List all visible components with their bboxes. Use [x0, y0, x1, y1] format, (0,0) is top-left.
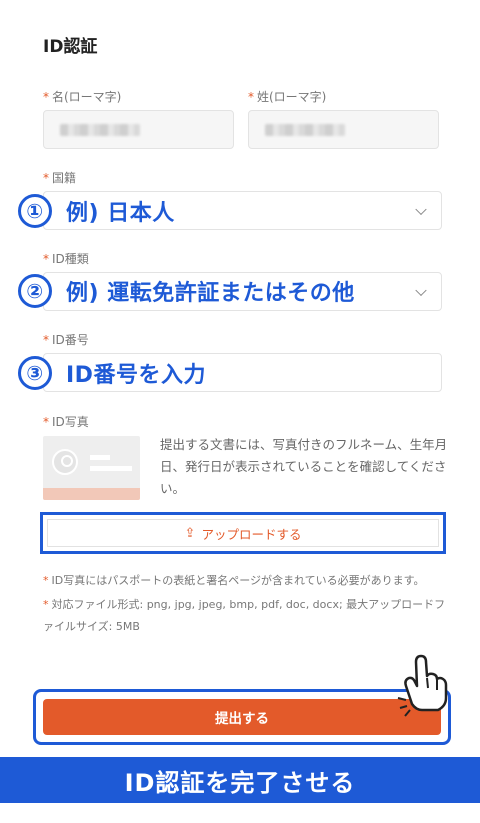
- first-name-input[interactable]: [43, 110, 234, 149]
- last-name-label: * 姓(ローマ字): [248, 90, 327, 104]
- step-number-badge: ①: [18, 194, 52, 228]
- step-number-badge: ②: [18, 274, 52, 308]
- requirements-notes: * ID写真にはパスポートの表紙と署名ページが含まれている必要があります。 * 対応…: [43, 570, 448, 640]
- redacted-value: [265, 124, 345, 136]
- avatar-icon: [52, 449, 78, 475]
- id-photo-placeholder-image: [43, 436, 140, 500]
- id-type-label: * ID種類: [43, 252, 89, 266]
- redacted-value: [60, 124, 140, 136]
- annotation-step-1: ① 例) 日本人: [18, 194, 175, 228]
- id-photo-description: 提出する文書には、写真付きのフルネーム、生年月日、発行日が表示されていることを確…: [160, 437, 448, 496]
- step-number-badge: ③: [18, 356, 52, 390]
- upload-button[interactable]: ⇪ アップロードする: [47, 519, 439, 547]
- chevron-down-icon: [415, 203, 427, 215]
- annotation-text: ID番号を入力: [66, 363, 206, 388]
- id-number-label: * ID番号: [43, 333, 89, 347]
- upload-highlight-frame: ⇪ アップロードする: [40, 512, 446, 554]
- annotation-text: 例) 運転免許証またはその他: [66, 281, 355, 306]
- annotation-step-2: ② 例) 運転免許証またはその他: [18, 274, 355, 308]
- upload-icon: ⇪: [184, 525, 196, 541]
- note-item: * 対応ファイル形式: png, jpg, jpeg, bmp, pdf, doc…: [43, 598, 446, 633]
- id-photo-label: * ID写真: [43, 415, 89, 429]
- chevron-down-icon: [415, 284, 427, 296]
- annotation-text: 例) 日本人: [66, 201, 175, 226]
- instruction-banner: ID認証を完了させる: [0, 757, 480, 803]
- last-name-input[interactable]: [248, 110, 439, 149]
- annotation-step-3: ③ ID番号を入力: [18, 356, 206, 390]
- nationality-label: * 国籍: [43, 171, 77, 185]
- page-title: ID認証: [43, 37, 98, 57]
- tapping-hand-icon: [397, 654, 448, 717]
- note-item: * ID写真にはパスポートの表紙と署名ページが含まれている必要があります。: [43, 574, 425, 587]
- first-name-label: * 名(ローマ字): [43, 90, 122, 104]
